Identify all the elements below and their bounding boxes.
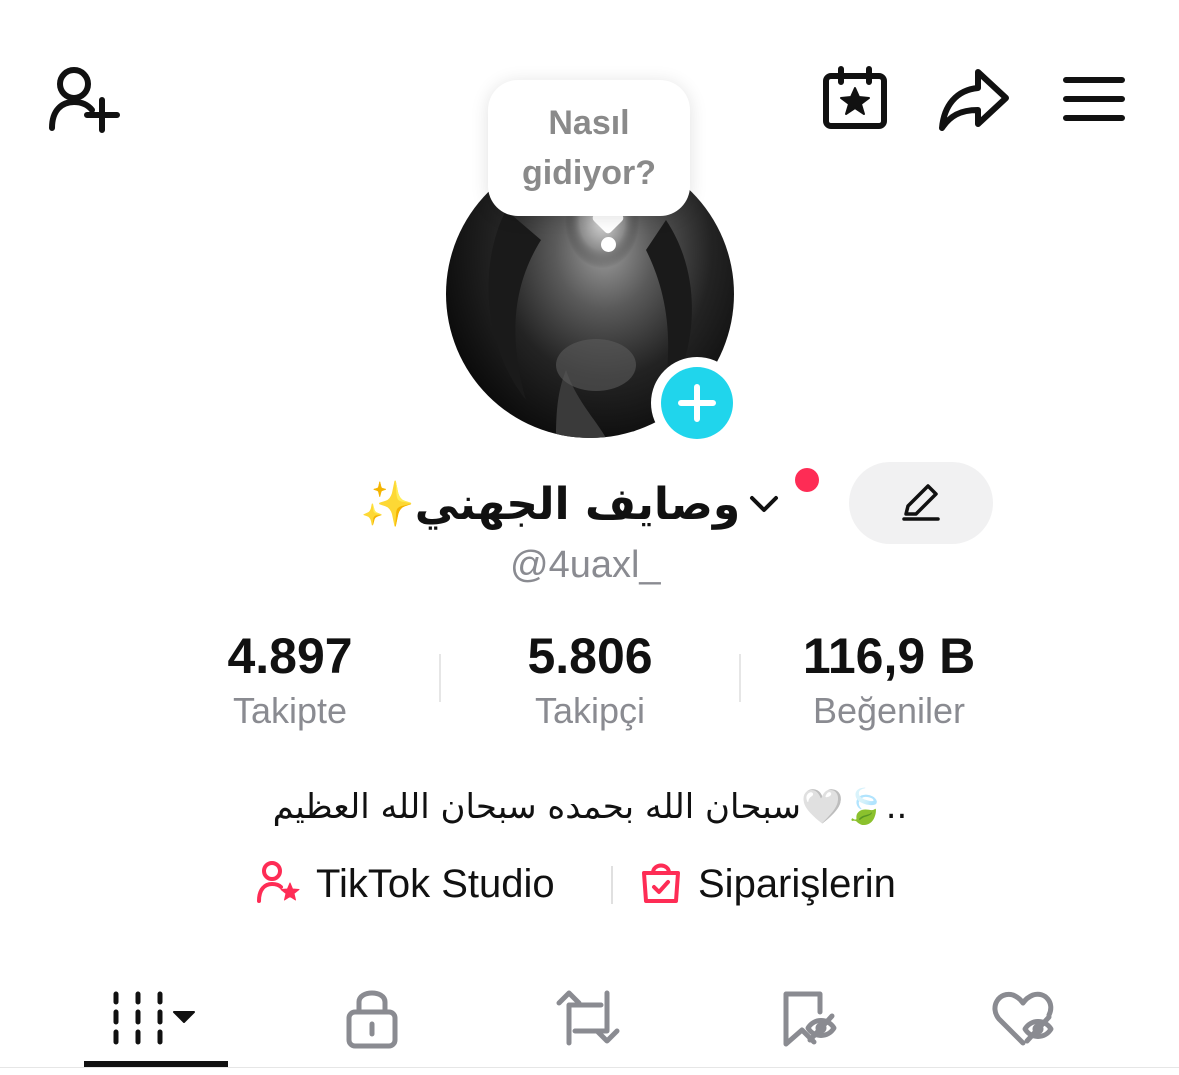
tab-videos[interactable] <box>84 972 228 1068</box>
orders-label: Siparişlerin <box>698 861 896 906</box>
pencil-icon <box>900 480 942 527</box>
display-name-row[interactable]: وصايف الجهني✨ <box>360 468 782 540</box>
display-name: وصايف الجهني✨ <box>360 479 741 530</box>
stat-followers-value: 5.806 <box>527 628 653 684</box>
bubble-dot <box>601 237 616 252</box>
add-user-icon[interactable] <box>46 64 122 134</box>
notification-dot <box>795 468 819 492</box>
tabs-divider <box>0 1067 1179 1068</box>
divider <box>611 866 613 904</box>
tab-favorites[interactable] <box>748 972 868 1068</box>
tab-liked[interactable] <box>962 972 1086 1068</box>
user-star-icon <box>256 859 302 910</box>
profile-bio: سبحان الله بحمده سبحان الله العظيم🤍🍃.. <box>272 787 908 827</box>
shopping-bag-icon <box>638 859 684 910</box>
stat-following-value: 4.897 <box>227 628 353 684</box>
status-bubble-text: Nasıl gidiyor? <box>521 104 657 192</box>
tiktok-studio-link[interactable]: TikTok Studio <box>256 854 555 914</box>
stat-following-label: Takipte <box>232 690 348 731</box>
plus-icon <box>661 367 733 439</box>
calendar-star-icon[interactable] <box>821 66 889 132</box>
profile-tabs <box>0 972 1179 1068</box>
menu-icon[interactable] <box>1062 74 1126 124</box>
orders-link[interactable]: Siparişlerin <box>638 854 896 914</box>
liked-hidden-icon <box>991 989 1057 1052</box>
chevron-down-icon[interactable] <box>746 486 782 522</box>
favorites-hidden-icon <box>778 988 838 1053</box>
add-story-button[interactable] <box>651 357 743 449</box>
grid-videos-icon <box>108 990 204 1051</box>
stat-following[interactable]: 4.897 Takipte <box>160 626 420 734</box>
divider <box>739 654 741 702</box>
tab-private[interactable] <box>312 972 432 1068</box>
stat-followers[interactable]: 5.806 Takipçi <box>460 626 720 734</box>
stat-likes-value: 116,9 B <box>802 628 976 684</box>
tiktok-studio-label: TikTok Studio <box>316 861 555 906</box>
profile-page: Nasıl gidiyor? وصايف الجهني✨ @4uaxl_ 4.8… <box>0 0 1179 1075</box>
tab-reposts[interactable] <box>528 972 648 1068</box>
repost-icon <box>555 989 621 1052</box>
divider <box>439 654 441 702</box>
status-bubble[interactable]: Nasıl gidiyor? <box>488 80 690 216</box>
profile-links: TikTok Studio Siparişlerin <box>0 854 1179 914</box>
lock-icon <box>344 986 400 1055</box>
username: @4uaxl_ <box>510 544 661 586</box>
share-icon[interactable] <box>938 66 1010 132</box>
stat-likes[interactable]: 116,9 B Beğeniler <box>759 626 1019 734</box>
edit-profile-button[interactable] <box>849 462 993 544</box>
stat-likes-label: Beğeniler <box>812 690 966 731</box>
stat-followers-label: Takipçi <box>534 690 646 731</box>
